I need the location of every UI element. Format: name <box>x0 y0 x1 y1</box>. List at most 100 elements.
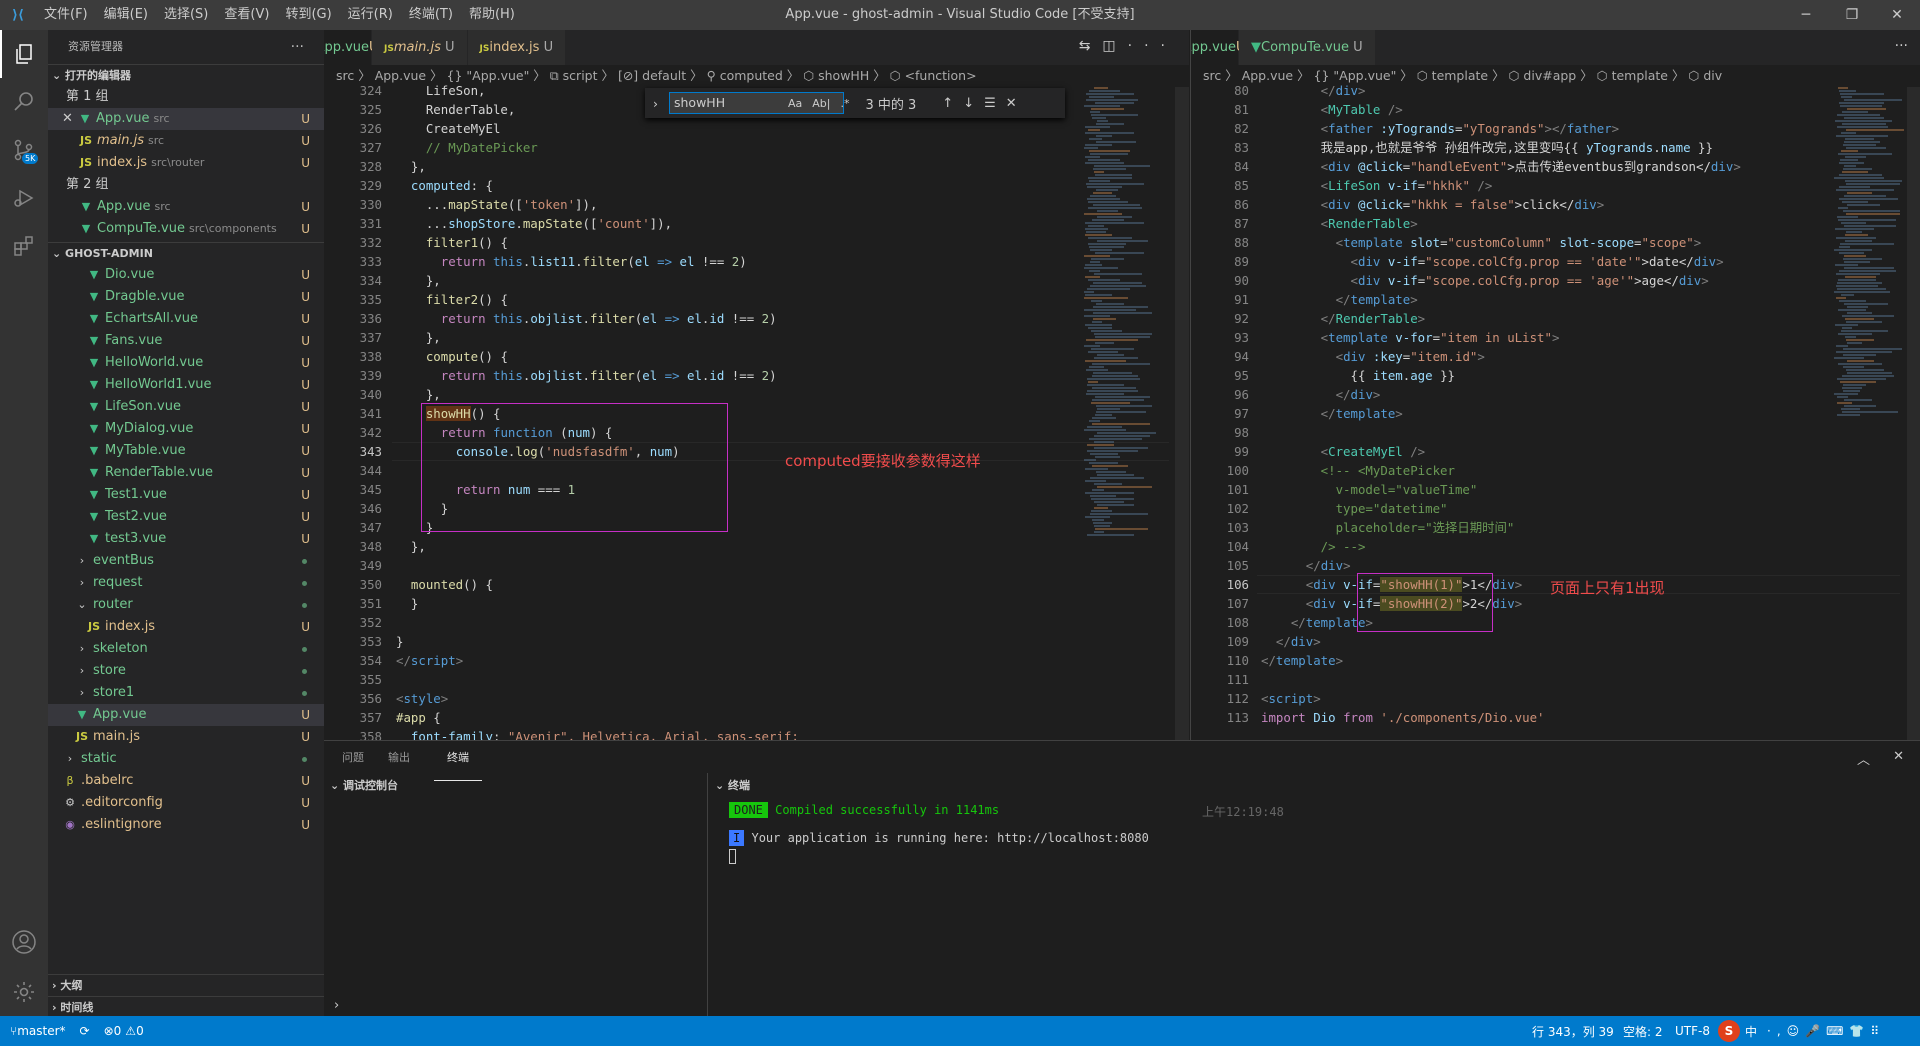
previous-match-icon[interactable]: ↑ <box>942 96 953 111</box>
ime-mode[interactable]: 中 <box>1745 1023 1757 1040</box>
regex-icon[interactable]: .* <box>840 97 849 110</box>
minimap-1[interactable] <box>1084 87 1174 740</box>
file-tree-item[interactable]: ▼ Test1.vue U <box>48 484 324 506</box>
tab-appvue[interactable]: ▼App.vue U ✕ <box>324 30 389 65</box>
warnings-icon[interactable]: ⚠ <box>125 1024 136 1038</box>
minimize-icon[interactable]: ─ <box>1783 0 1829 30</box>
file-tree-item[interactable]: › skeleton <box>48 638 324 660</box>
menu-item[interactable]: 终端(T) <box>401 0 461 30</box>
file-tree-item[interactable]: ▼ Test2.vue U <box>48 506 324 528</box>
menu-item[interactable]: 转到(G) <box>277 0 339 30</box>
panel-tab[interactable]: 问题 <box>342 746 364 768</box>
file-tree-item[interactable]: ▼ MyDialog.vue U <box>48 418 324 440</box>
outline-section[interactable]: › 大纲 <box>48 974 324 996</box>
file-tree-item[interactable]: ▼ test3.vue U <box>48 528 324 550</box>
file-tree-item[interactable]: ▼ RenderTable.vue U <box>48 462 324 484</box>
find-in-selection-icon[interactable]: ☰ <box>984 96 996 111</box>
sync-icon[interactable]: ⟳ <box>80 1024 90 1038</box>
menu-item[interactable]: 帮助(H) <box>461 0 523 30</box>
explorer-icon[interactable] <box>0 30 48 78</box>
run-debug-icon[interactable] <box>0 174 48 222</box>
file-tree-item[interactable]: JS index.js U <box>48 616 324 638</box>
errors-icon[interactable]: ⊗ <box>104 1024 114 1038</box>
tab-mainjs[interactable]: JSmain.js U <box>372 30 468 65</box>
file-tree-item[interactable]: ▼ App.vue U <box>48 704 324 726</box>
open-editor-item[interactable]: ▼ App.vue src U <box>48 196 324 218</box>
toggle-replace-icon[interactable]: › <box>653 96 658 111</box>
file-tree-item[interactable]: › store1 <box>48 682 324 704</box>
file-tree-item[interactable]: › eventBus <box>48 550 324 572</box>
file-tree-item[interactable]: ◉ .eslintignore U <box>48 814 324 836</box>
match-case-icon[interactable]: Aa <box>788 97 802 110</box>
file-tree-item[interactable]: ⌄ router <box>48 594 324 616</box>
code-token: slot <box>1410 235 1441 250</box>
minimap-line <box>1839 270 1896 272</box>
menu-item[interactable]: 编辑(E) <box>96 0 156 30</box>
ime-toolbar-icons[interactable]: ·,☺🎤⌨👕⠿ <box>1767 1024 1885 1038</box>
minimap-line <box>1845 336 1856 338</box>
code-area-2[interactable]: 80 </div> 81 <MyTable /> 82 <father :yTogr… <box>1191 83 1920 740</box>
tab-computevue[interactable]: ▼CompuTe.vue U <box>1239 30 1376 65</box>
close-editor-icon[interactable]: ✕ <box>62 111 77 126</box>
file-tree-item[interactable]: ◉.eslintrc.js U <box>48 836 324 840</box>
indentation[interactable]: 空格: 2 <box>1623 1023 1663 1040</box>
panel-tab[interactable]: 输出 <box>388 746 410 768</box>
maximize-icon[interactable]: ❐ <box>1829 0 1875 30</box>
minimap-line <box>1085 162 1124 164</box>
editor2-more-icon[interactable]: ··· <box>1895 38 1908 54</box>
file-tree-item[interactable]: ⚙ .editorconfig U <box>48 792 324 814</box>
menu-item[interactable]: 文件(F) <box>36 0 96 30</box>
editor1-actions[interactable]: ⇆◫··· <box>1079 38 1177 54</box>
file-tree-item[interactable]: β .babelrc U <box>48 770 324 792</box>
more-actions-icon[interactable]: ··· <box>291 30 304 64</box>
menu-item[interactable]: 运行(R) <box>340 0 401 30</box>
file-tree-item[interactable]: ▼ Fans.vue U <box>48 330 324 352</box>
file-tree-item[interactable]: › store <box>48 660 324 682</box>
scrollbar-1[interactable] <box>1175 87 1189 740</box>
file-tree-item[interactable]: ▼ LifeSon.vue U <box>48 396 324 418</box>
menu-item[interactable]: 查看(V) <box>216 0 277 30</box>
search-icon[interactable] <box>0 78 48 126</box>
tab-appvue[interactable]: ▼App.vue U ✕ <box>1191 30 1256 65</box>
branch-name[interactable]: master* <box>17 1024 65 1038</box>
file-tree-item[interactable]: ▼ HelloWorld1.vue U <box>48 374 324 396</box>
menu-item[interactable]: 选择(S) <box>156 0 216 30</box>
close-window-icon[interactable]: ✕ <box>1874 0 1920 30</box>
scrollbar-2[interactable] <box>1907 87 1920 740</box>
error-count[interactable]: 0 <box>114 1024 122 1038</box>
account-icon[interactable] <box>0 918 48 966</box>
maximize-panel-icon[interactable]: ︿ <box>1857 749 1870 768</box>
timeline-section[interactable]: › 时间线 <box>48 996 324 1016</box>
tab-indexjs[interactable]: JSindex.js U <box>467 30 567 65</box>
match-word-icon[interactable]: Ab| <box>812 97 830 110</box>
source-control-icon[interactable]: 5K <box>0 126 48 174</box>
cursor-position[interactable]: 行 343，列 39 <box>1532 1023 1614 1040</box>
file-tree-item[interactable]: ▼ MyTable.vue U <box>48 440 324 462</box>
minimap-line <box>1090 249 1112 251</box>
file-tree-item[interactable]: JS main.js U <box>48 726 324 748</box>
open-editor-item[interactable]: JS main.js src U <box>48 130 324 152</box>
open-editors-section[interactable]: ⌄ 打开的编辑器 <box>48 64 324 86</box>
encoding[interactable]: UTF-8 <box>1675 1024 1710 1038</box>
close-panel-icon[interactable]: ✕ <box>1893 749 1904 764</box>
file-tree-item[interactable]: ▼ EchartsAll.vue U <box>48 308 324 330</box>
open-editor-item[interactable]: JS index.js src\router U <box>48 152 324 174</box>
warning-count[interactable]: 0 <box>136 1024 144 1038</box>
next-match-icon[interactable]: ↓ <box>963 96 974 111</box>
settings-gear-icon[interactable] <box>0 968 48 1016</box>
terminal-pane[interactable]: ⌄ 终端 DONE Compiled successfully in 1141m… <box>709 773 1920 1017</box>
branch-icon[interactable]: ⑂ <box>10 1024 17 1038</box>
file-tree-item[interactable]: ▼ Dio.vue U <box>48 264 324 286</box>
debug-input-chevron-icon[interactable]: › <box>334 998 339 1013</box>
extensions-icon[interactable] <box>0 222 48 270</box>
file-tree-item[interactable]: ▼ HelloWorld.vue U <box>48 352 324 374</box>
open-editor-item[interactable]: ✕ ▼ App.vue src U <box>48 108 324 130</box>
project-section[interactable]: ⌄ GHOST-ADMIN <box>48 242 324 264</box>
open-editor-item[interactable]: ▼ CompuTe.vue src\components U <box>48 218 324 240</box>
file-tree-item[interactable]: ▼ Dragble.vue U <box>48 286 324 308</box>
code-token: () { <box>463 577 493 592</box>
file-tree-item[interactable]: › static <box>48 748 324 770</box>
file-tree-item[interactable]: › request <box>48 572 324 594</box>
close-find-icon[interactable]: ✕ <box>1006 96 1017 111</box>
ime-logo-icon[interactable]: S <box>1718 1020 1740 1042</box>
